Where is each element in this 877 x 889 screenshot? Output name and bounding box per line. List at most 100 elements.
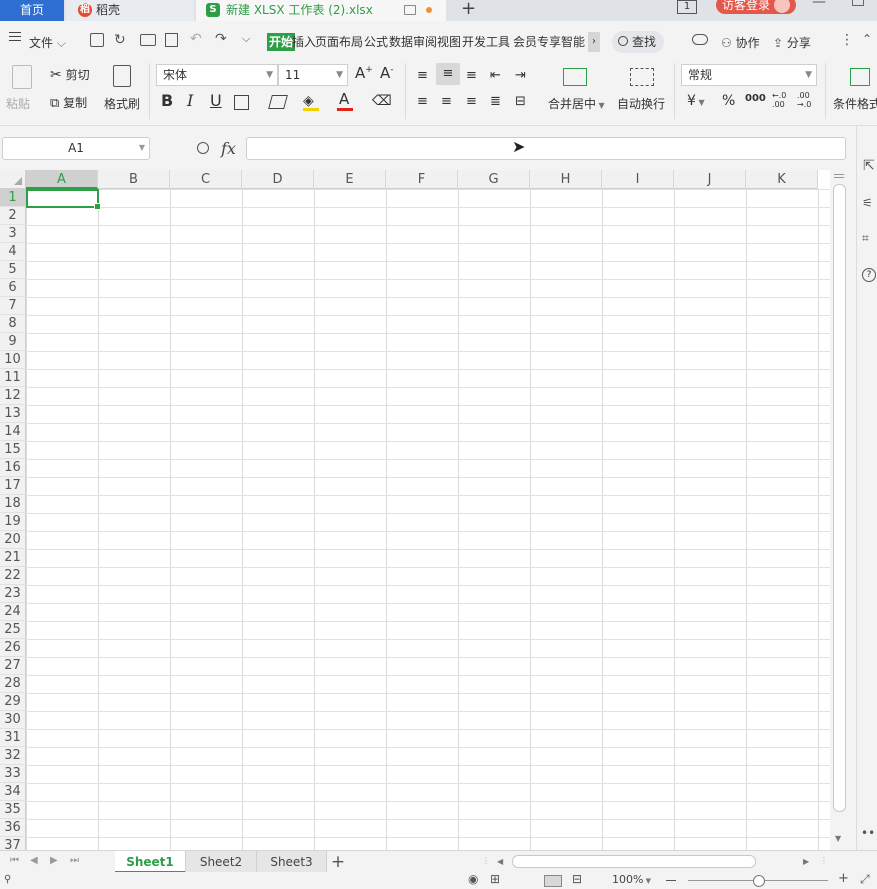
column-header-h[interactable]: H [530,170,602,189]
menu-tab-developer[interactable]: 开发工具 [462,33,510,51]
page-count-badge[interactable]: 1 [677,0,697,14]
horizontal-scroll-split-icon[interactable]: ⋮ [482,856,490,865]
maximize-icon[interactable] [852,0,864,6]
row-header-10[interactable]: 10 [0,351,26,369]
print-layout-icon[interactable]: ⊞ [490,872,500,886]
decrease-decimal-icon[interactable]: .00 →.0 [797,91,811,109]
search-button[interactable]: 查找 [612,31,664,53]
menu-tab-page-layout[interactable]: 页面布局 [315,33,363,51]
column-header-c[interactable]: C [170,170,242,189]
distributed-icon[interactable]: ⊟ [515,94,526,109]
horizontal-scroll-thumb[interactable] [512,855,756,868]
wrap-text-button[interactable]: 自动换行 [617,95,665,112]
scroll-split-icon[interactable] [834,174,844,175]
row-header-8[interactable]: 8 [0,315,26,333]
menu-tab-smart[interactable]: 智能 [561,33,585,51]
add-sheet-button[interactable]: + [329,851,347,873]
align-top-icon[interactable]: ≡ [417,68,428,83]
select-pointer-icon[interactable]: ⇱ [863,158,875,174]
help-icon[interactable]: ? [862,268,876,282]
font-size-select[interactable]: 11 ▼ [278,64,348,86]
collab-button[interactable]: ⚇ 协作 [721,34,760,51]
row-header-26[interactable]: 26 [0,639,26,657]
row-header-12[interactable]: 12 [0,387,26,405]
sheet-tab-2[interactable]: Sheet2 [185,851,256,873]
menu-tab-formulas[interactable]: 公式 [364,33,388,51]
row-header-5[interactable]: 5 [0,261,26,279]
row-header-13[interactable]: 13 [0,405,26,423]
tab-home[interactable]: 首页 [0,0,64,21]
italic-icon[interactable]: I [187,91,193,110]
merge-center-button[interactable]: 合并居中 ▼ [548,95,605,112]
sheet-tab-1[interactable]: Sheet1 [115,851,185,873]
row-header-28[interactable]: 28 [0,675,26,693]
menu-tab-member[interactable]: 会员专享 [513,33,561,51]
active-cell-a1[interactable] [26,189,101,210]
cut-button[interactable]: ✂ 剪切 [50,66,90,83]
format-painter-icon[interactable] [113,65,131,87]
align-left-icon[interactable]: ≡ [417,94,428,109]
merge-center-icon[interactable] [563,68,587,86]
row-header-14[interactable]: 14 [0,423,26,441]
row-header-23[interactable]: 23 [0,585,26,603]
menu-tab-insert[interactable]: 插入 [292,33,316,51]
formula-input[interactable] [246,137,846,160]
border-icon[interactable] [234,95,249,110]
settings-sliders-icon[interactable]: ⚟ [862,196,873,210]
row-header-3[interactable]: 3 [0,225,26,243]
column-header-k[interactable]: K [746,170,818,189]
font-color-icon[interactable]: A [339,90,349,108]
zoom-out-icon[interactable] [666,880,676,881]
row-header-21[interactable]: 21 [0,549,26,567]
column-header-i[interactable]: I [602,170,674,189]
number-format-select[interactable]: 常规 ▼ [681,64,817,86]
hamburger-icon[interactable] [9,36,21,37]
increase-indent-icon[interactable]: ⇥ [515,68,526,83]
justify-icon[interactable]: ≣ [490,94,501,109]
spreadsheet-grid[interactable]: ABCDEFGHIJK 1 2 3 4 5 6 7 8 9 10 11 12 13 14 15 16 17 18 1… [0,170,830,850]
fullscreen-icon[interactable]: ⤢ [860,872,870,887]
align-right-icon[interactable]: ≡ [466,94,477,109]
normal-view-icon[interactable] [544,875,562,887]
column-header-g[interactable]: G [458,170,530,189]
row-header-35[interactable]: 35 [0,801,26,819]
page-break-view-icon[interactable]: ⊟ [572,872,582,886]
eye-protection-icon[interactable]: ◉ [468,872,478,886]
row-header-27[interactable]: 27 [0,657,26,675]
more-dots-icon[interactable]: ••• [861,826,877,840]
conditional-format-button[interactable]: 条件格式 [833,95,877,112]
row-header-30[interactable]: 30 [0,711,26,729]
export-icon[interactable]: ↻ [114,32,126,48]
row-header-9[interactable]: 9 [0,333,26,351]
row-header-7[interactable]: 7 [0,297,26,315]
column-header-d[interactable]: D [242,170,314,189]
tab-daoke[interactable]: 稻 稻壳 [66,0,194,21]
more-options-icon[interactable]: ⋮ [840,32,854,48]
percent-format-button[interactable]: % [722,93,735,109]
row-header-15[interactable]: 15 [0,441,26,459]
decrease-font-size-icon[interactable]: A- [380,64,394,82]
row-header-22[interactable]: 22 [0,567,26,585]
column-header-b[interactable]: B [98,170,170,189]
monitor-icon[interactable] [404,5,416,15]
fill-handle[interactable] [94,203,101,210]
vertical-scroll-thumb[interactable] [833,184,846,812]
cloud-icon[interactable] [692,34,708,45]
row-header-36[interactable]: 36 [0,819,26,837]
menu-tab-start[interactable]: 开始 [267,33,296,51]
fill-pattern-icon[interactable] [268,95,288,109]
align-middle-icon[interactable]: ≡ [436,63,460,85]
scroll-left-icon[interactable]: ◀ [497,857,503,866]
paste-icon[interactable] [12,65,32,89]
tab-document[interactable]: S 新建 XLSX 工作表 (2).xlsx [196,0,446,21]
save-icon[interactable] [90,33,104,47]
collapse-ribbon-icon[interactable]: ⌃ [862,32,872,46]
print-preview-icon[interactable] [165,33,178,47]
shape-tool-icon[interactable]: ⌗ [862,231,869,246]
decrease-indent-icon[interactable]: ⇤ [490,68,501,83]
column-header-a[interactable]: A [26,170,98,189]
print-icon[interactable] [140,34,156,46]
next-sheet-icon[interactable]: ▶ [50,855,58,866]
more-tabs-arrow-icon[interactable]: › [588,32,600,52]
copy-button[interactable]: ⧉ 复制 [50,94,87,111]
